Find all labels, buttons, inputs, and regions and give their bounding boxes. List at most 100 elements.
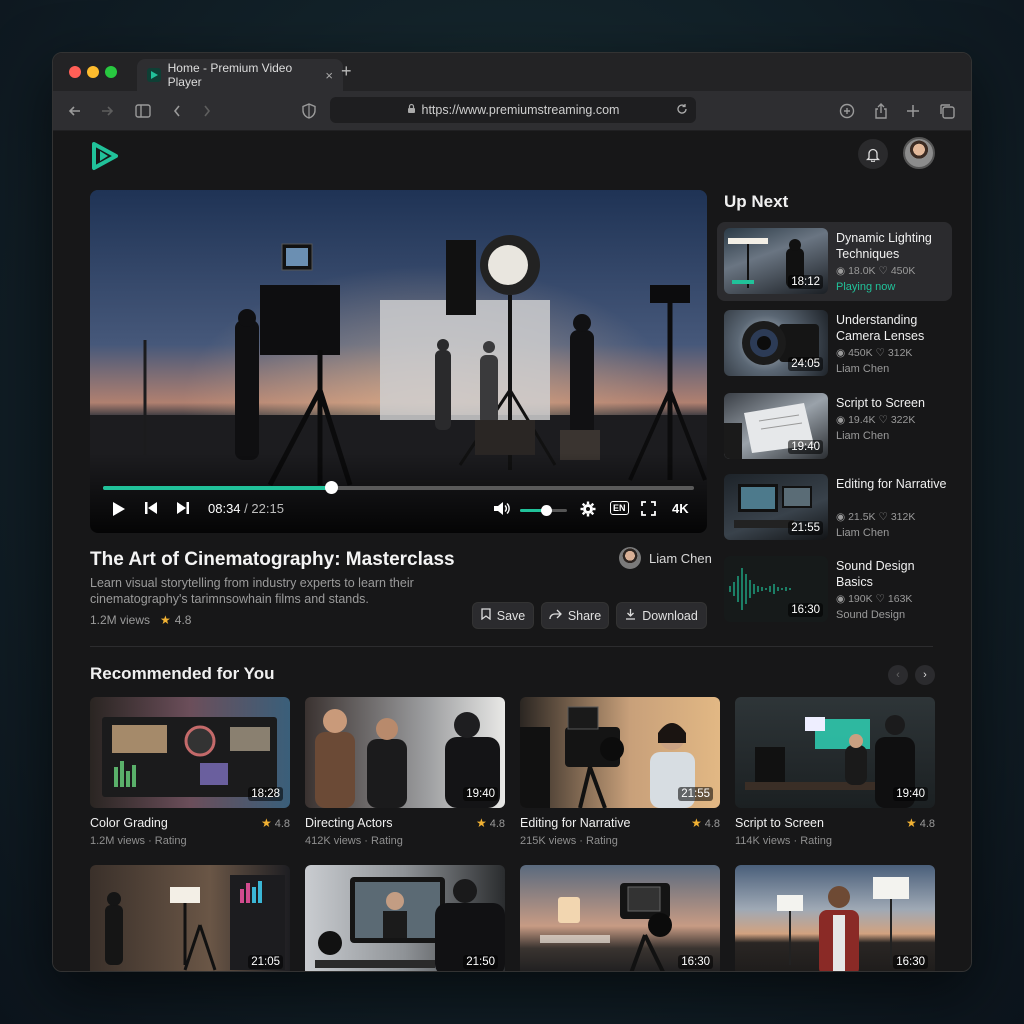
up-next-author: Liam Chen [836, 363, 890, 375]
settings-gear-icon[interactable] [580, 501, 596, 517]
user-avatar[interactable] [903, 137, 935, 169]
up-next-duration: 19:40 [788, 440, 823, 454]
download-label: Download [642, 608, 698, 623]
recommended-meta: 412K views · Rating [305, 835, 403, 847]
up-next-title: Script to Screen [836, 396, 925, 410]
up-next-title: Sound Design Basics [836, 559, 915, 589]
up-next-duration: 18:12 [788, 275, 823, 289]
volume-handle[interactable] [540, 505, 552, 516]
eye-icon: ◉ [836, 347, 846, 359]
video-player[interactable]: 08:34 / 22:15 EN 4K [90, 190, 707, 533]
recommended-duration: 19:40 [463, 787, 498, 801]
captions-button[interactable]: EN [610, 501, 629, 515]
up-next-stats: ◉ 450K ♡ 312K [836, 347, 912, 359]
recommended-title: Directing Actors [305, 816, 393, 830]
site-logo-icon[interactable] [89, 141, 119, 171]
up-next-item[interactable]: 19:40 Script to Screen ◉ 19.4K ♡ 322K Li… [717, 387, 952, 466]
new-tab-plus-icon[interactable] [903, 101, 923, 121]
eye-icon: ◉ [836, 265, 846, 277]
up-next-likes: 312K [890, 511, 916, 523]
share-page-icon[interactable] [871, 101, 891, 121]
section-divider [90, 646, 933, 647]
fullscreen-icon[interactable] [641, 501, 656, 516]
play-icon[interactable] [112, 501, 126, 517]
extensions-icon[interactable] [837, 101, 857, 121]
star-icon: ★ [690, 816, 702, 830]
up-next-item[interactable]: 24:05 Understanding Camera Lenses ◉ 450K… [717, 304, 952, 383]
sidebar-toggle-icon[interactable] [133, 101, 153, 121]
up-next-duration: 16:30 [788, 603, 823, 617]
skip-previous-icon[interactable] [144, 501, 158, 515]
up-next-title: Understanding Camera Lenses [836, 313, 925, 343]
seek-bar-handle[interactable] [324, 481, 338, 494]
recommended-rating: ★ 4.8 [906, 816, 935, 830]
forward-arrow-icon[interactable] [97, 101, 117, 121]
chevron-left-icon[interactable] [167, 101, 187, 121]
carousel-prev-button[interactable]: ‹ [888, 665, 908, 685]
up-next-thumbnail: 24:05 [724, 310, 828, 376]
save-button[interactable]: Save [472, 602, 534, 629]
recommended-duration: 21:55 [678, 787, 713, 801]
up-next-item[interactable]: 16:30 Sound Design Basics ◉ 190K ♡ 163K … [717, 550, 952, 629]
recommended-duration: 16:30 [893, 955, 928, 969]
current-time: 08:34 [208, 501, 241, 516]
minimize-window-button[interactable] [87, 66, 99, 78]
close-window-button[interactable] [69, 66, 81, 78]
recommended-thumbnail: 21:05 [90, 865, 290, 971]
star-icon: ★ [475, 816, 487, 830]
chevron-right-icon[interactable] [197, 101, 217, 121]
eye-icon: ◉ [836, 593, 846, 605]
up-next-author: Liam Chen [836, 430, 890, 442]
up-next-thumbnail: 21:55 [724, 474, 828, 540]
volume-icon[interactable] [493, 501, 510, 516]
time-separator: / [240, 501, 252, 516]
rating-value: 4.8 [489, 818, 505, 830]
volume-slider[interactable] [520, 505, 567, 516]
zoom-window-button[interactable] [105, 66, 117, 78]
share-button[interactable]: Share [541, 602, 609, 629]
quality-badge[interactable]: 4K [672, 501, 689, 516]
up-next-views: 19.4K [848, 414, 876, 426]
up-next-likes: 163K [887, 593, 913, 605]
recommended-thumbnail: 19:40 [735, 697, 935, 808]
seek-bar[interactable] [103, 481, 694, 494]
site-favicon-icon [147, 68, 161, 82]
video-title: The Art of Cinematography: Masterclass [90, 549, 455, 570]
tab-overview-icon[interactable] [937, 101, 957, 121]
recommended-duration: 21:50 [463, 955, 498, 969]
save-label: Save [496, 608, 526, 623]
recommended-duration: 19:40 [893, 787, 928, 801]
author-avatar [619, 547, 641, 569]
download-button[interactable]: Download [616, 602, 707, 629]
skip-next-icon[interactable] [176, 501, 190, 515]
url-text: https://www.premiumstreaming.com [421, 103, 620, 117]
address-bar[interactable]: https://www.premiumstreaming.com [330, 97, 696, 123]
author-name: Liam Chen [649, 550, 712, 566]
up-next-item[interactable]: 18:12 Dynamic Lighting Techniques ◉ 18.0… [717, 222, 952, 301]
recommended-thumbnail: 21:50 [305, 865, 505, 971]
up-next-views: 450K [848, 347, 873, 359]
back-arrow-icon[interactable] [65, 101, 85, 121]
new-tab-button[interactable]: + [341, 61, 352, 82]
recommended-thumbnail: 16:30 [735, 865, 935, 971]
up-next-stats: ◉ 21.5K ♡ 312K [836, 511, 915, 523]
up-next-item[interactable]: 21:55 Editing for Narrative ◉ 21.5K ♡ 31… [717, 468, 952, 547]
recommended-thumbnail: 21:55 [520, 697, 720, 808]
controls-overlay [90, 453, 707, 533]
star-icon: ★ [260, 816, 272, 830]
notifications-bell-icon[interactable] [858, 139, 888, 169]
recommended-meta: 1.2M views · Rating [90, 835, 187, 847]
author-link[interactable]: Liam Chen [619, 547, 712, 569]
tab-home[interactable]: Home - Premium Video Player × [137, 59, 343, 91]
eye-icon: ◉ [836, 511, 846, 523]
reload-icon[interactable] [676, 103, 688, 118]
tab-title: Home - Premium Video Player [167, 61, 293, 89]
shield-icon[interactable] [299, 101, 319, 121]
carousel-next-button[interactable]: › [915, 665, 935, 685]
tab-close-icon[interactable]: × [325, 68, 333, 83]
recommended-thumbnail: 18:28 [90, 697, 290, 808]
up-next-duration: 24:05 [788, 357, 823, 371]
eye-icon: ◉ [836, 414, 846, 426]
recommended-title: Editing for Narrative [520, 816, 631, 830]
up-next-stats: ◉ 18.0K ♡ 450K [836, 265, 915, 277]
